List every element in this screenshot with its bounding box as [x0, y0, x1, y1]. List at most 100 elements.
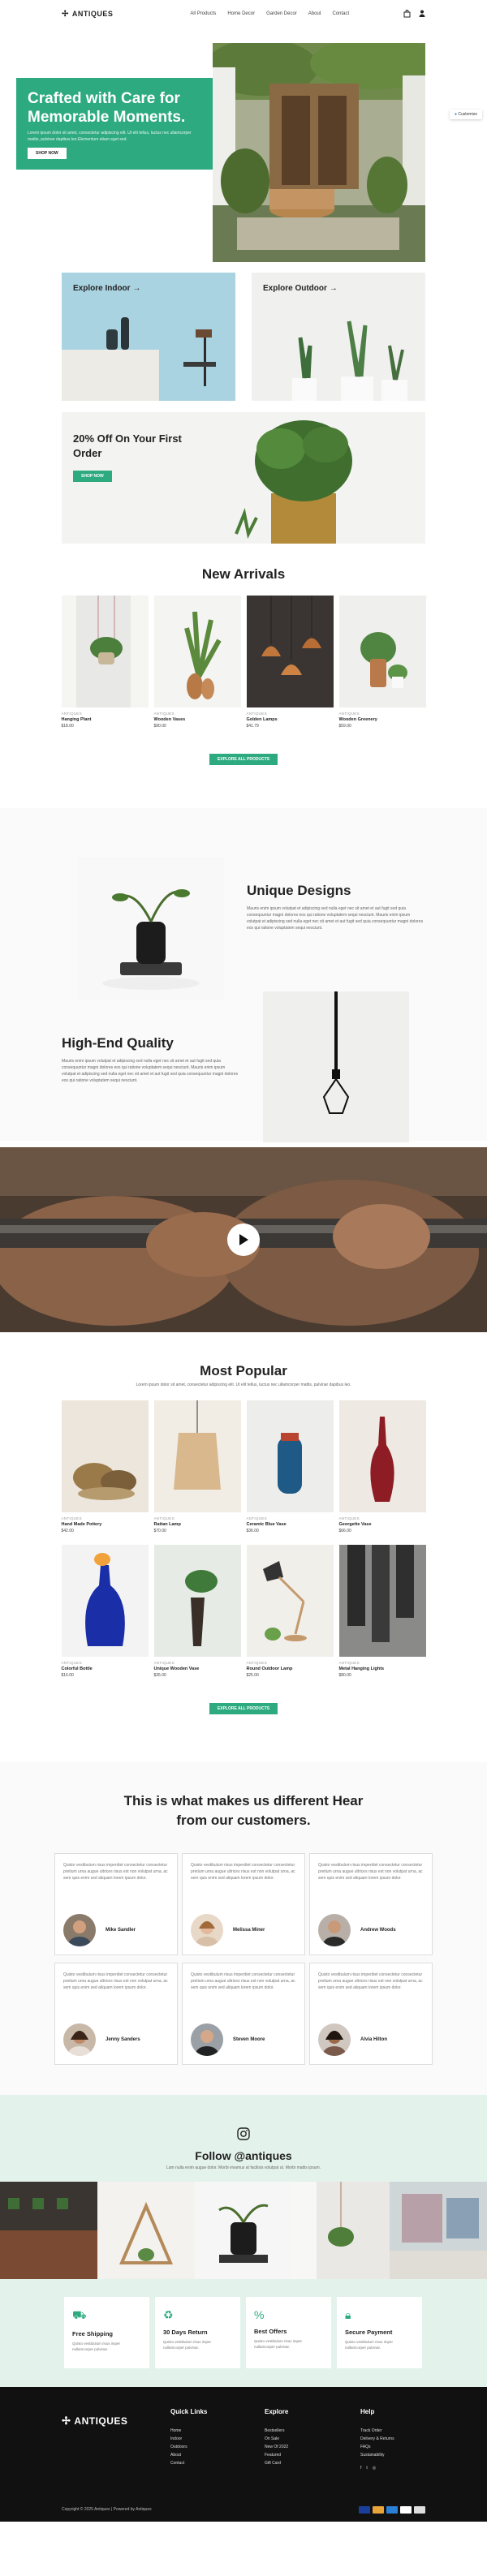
testimonial-card: Quisto vestibulum risus imperdiet consec… [54, 1963, 178, 2065]
product-card[interactable]: ANTIQUES Colorful Bottle $16.00 [61, 1545, 149, 1678]
product-name[interactable]: Hand Made Pottery [62, 1522, 149, 1527]
explore-all-products-button[interactable]: EXPLORE ALL PRODUCTS [209, 754, 278, 765]
nav-item-garden-decor[interactable]: Garden Decor [266, 11, 297, 16]
hero-shop-button[interactable]: SHOP NOW [28, 148, 67, 159]
product-name[interactable]: Wooden Vases [154, 717, 241, 722]
footer-link-featured[interactable]: Featured [265, 2451, 288, 2459]
product-card[interactable]: ANTIQUES Unique Wooden Vase $35.00 [153, 1545, 241, 1678]
customize-button[interactable]: ● Customize [449, 110, 482, 119]
product-card[interactable]: ANTIQUES Hanging Plant $18.00 [61, 596, 149, 729]
product-name[interactable]: Hanging Plant [62, 717, 149, 722]
product-card[interactable]: ANTIQUES Metal Hanging Lights $80.00 [338, 1545, 426, 1678]
product-name[interactable]: Unique Wooden Vase [154, 1666, 241, 1671]
instagram-section: Follow @antiques Lam nulla enim augue do… [0, 2095, 487, 2387]
product-name[interactable]: Georgette Vase [339, 1522, 426, 1527]
footer-link-outdoors[interactable]: Outdoors [170, 2443, 207, 2451]
explore-indoor-card[interactable]: Explore Indoor → [62, 273, 235, 401]
product-image [246, 596, 334, 707]
facebook-icon[interactable]: f [360, 2464, 361, 2472]
avatar [63, 1914, 96, 1946]
instagram-icon[interactable]: ◎ [373, 2464, 376, 2472]
promo-shop-button[interactable]: SHOP NOW [73, 471, 112, 482]
product-price: $41.79 [246, 724, 259, 729]
product-image [338, 1400, 426, 1512]
product-category: ANTIQUES [338, 1661, 360, 1665]
footer-link-on-sale[interactable]: On Sale [265, 2435, 288, 2443]
testimonial-quote: Quisto vestibulum risus imperdiet consec… [191, 1972, 295, 1990]
instagram-photo[interactable] [0, 2182, 97, 2279]
product-card[interactable]: ANTIQUES Rattan Lamp $70.00 [153, 1400, 241, 1533]
nav-item-contact[interactable]: Contact [332, 11, 349, 16]
nav-item-home-decor[interactable]: Home Decor [227, 11, 255, 16]
nav-item-all-products[interactable]: All Products [190, 11, 216, 16]
footer-quick-title: Quick Links [170, 2408, 208, 2415]
twitter-icon[interactable]: t [366, 2464, 367, 2472]
product-card[interactable]: ANTIQUES Wooden Greenery $59.00 [338, 596, 426, 729]
footer-link-track-order[interactable]: Track Order [360, 2427, 394, 2435]
product-name[interactable]: Metal Hanging Lights [339, 1666, 426, 1671]
footer-help: Help Track Order Delivery & Returns FAQs… [360, 2408, 394, 2472]
site-header: ✢ ANTIQUES All Products Home Decor Garde… [0, 0, 487, 28]
product-card[interactable]: ANTIQUES Round Outdoor Lamp $25.00 [246, 1545, 334, 1678]
payment-icons [359, 2506, 425, 2514]
footer-link-new[interactable]: New Of 2022 [265, 2443, 288, 2451]
arrow-right-icon: → [132, 284, 141, 293]
footer-link-gift-card[interactable]: Gift Card [265, 2459, 288, 2467]
nav-item-about[interactable]: About [308, 11, 321, 16]
footer-link-home[interactable]: Home [170, 2427, 207, 2435]
testimonial-name: Alvia Hilton [360, 2037, 388, 2042]
discover-icon [414, 2506, 425, 2514]
instagram-title: Follow @antiques [195, 2149, 292, 2162]
product-image [246, 1400, 334, 1512]
product-card[interactable]: ANTIQUES Wooden Vases $90.00 [153, 596, 241, 729]
avatar [318, 2023, 351, 2056]
footer-link-sustainability[interactable]: Sustainability [360, 2451, 394, 2459]
instagram-photo[interactable] [195, 2182, 292, 2279]
product-name[interactable]: Colorful Bottle [62, 1666, 149, 1671]
avatar [191, 1914, 223, 1946]
logo-text: ANTIQUES [71, 10, 114, 18]
hero-section: Crafted with Care for Memorable Moments.… [0, 31, 487, 263]
product-price: $36.00 [246, 1529, 259, 1533]
product-card[interactable]: ANTIQUES Golden Lamps $41.79 [246, 596, 334, 729]
product-price: $42.00 [61, 1529, 74, 1533]
most-popular-section: Most Popular Lorem ipsum dolor sit amet,… [0, 1332, 487, 1762]
product-card[interactable]: ANTIQUES Hand Made Pottery $42.00 [61, 1400, 149, 1533]
product-card[interactable]: ANTIQUES Ceramic Blue Vase $36.00 [246, 1400, 334, 1533]
product-category: ANTIQUES [246, 1516, 267, 1520]
site-logo[interactable]: ✢ ANTIQUES [62, 10, 113, 19]
instagram-photo[interactable] [390, 2182, 487, 2279]
feature-card: % Best Offers Quisto vestibulum risus im… [246, 2297, 331, 2368]
hero-card: Crafted with Care for Memorable Moments.… [16, 78, 213, 170]
footer-link-delivery[interactable]: Delivery & Returns [360, 2435, 394, 2443]
product-name[interactable]: Wooden Greenery [339, 717, 426, 722]
instagram-photo[interactable] [292, 2182, 390, 2279]
high-end-quality-text: Mauris enim ipsum volutpat et adipiscing… [62, 1059, 239, 1083]
explore-outdoor-card[interactable]: Explore Outdoor → [252, 273, 425, 401]
play-video-button[interactable] [227, 1223, 260, 1256]
footer-link-indoor[interactable]: Indoor [170, 2435, 207, 2443]
product-name[interactable]: Golden Lamps [247, 717, 334, 722]
testimonial-quote: Quisto vestibulum risus imperdiet consec… [63, 1972, 168, 1990]
instagram-icon[interactable] [237, 2127, 250, 2140]
paypal-icon [400, 2506, 412, 2514]
footer-link-about[interactable]: About [170, 2451, 207, 2459]
product-name[interactable]: Round Outdoor Lamp [247, 1666, 334, 1671]
product-card[interactable]: ANTIQUES Georgette Vase $66.00 [338, 1400, 426, 1533]
testimonial-card: Quisto vestibulum risus imperdiet consec… [54, 1853, 178, 1955]
footer-link-bestsellers[interactable]: Bestsellers [265, 2427, 288, 2435]
footer-link-faqs[interactable]: FAQs [360, 2443, 394, 2451]
product-name[interactable]: Ceramic Blue Vase [247, 1522, 334, 1527]
logo-mark-icon: ✢ [62, 2415, 71, 2427]
product-name[interactable]: Rattan Lamp [154, 1522, 241, 1527]
new-arrivals-section: New Arrivals ANTIQUES Hanging Plant $18.… [0, 557, 487, 792]
user-icon[interactable] [419, 10, 425, 17]
footer-link-contact[interactable]: Contact [170, 2459, 207, 2467]
instagram-photo[interactable] [97, 2182, 195, 2279]
new-arrivals-grid: ANTIQUES Hanging Plant $18.00 ANTIQUES W… [61, 596, 426, 729]
copyright-text: Copyright © 2025 Antiques | Powered by A… [62, 2507, 152, 2512]
feature-card: ♻ 30 Days Return Quisto vestibulum risus… [155, 2297, 240, 2368]
explore-all-popular-button[interactable]: EXPLORE ALL PRODUCTS [209, 1703, 278, 1714]
cart-icon[interactable] [403, 10, 411, 18]
arrow-right-icon: → [329, 284, 338, 293]
